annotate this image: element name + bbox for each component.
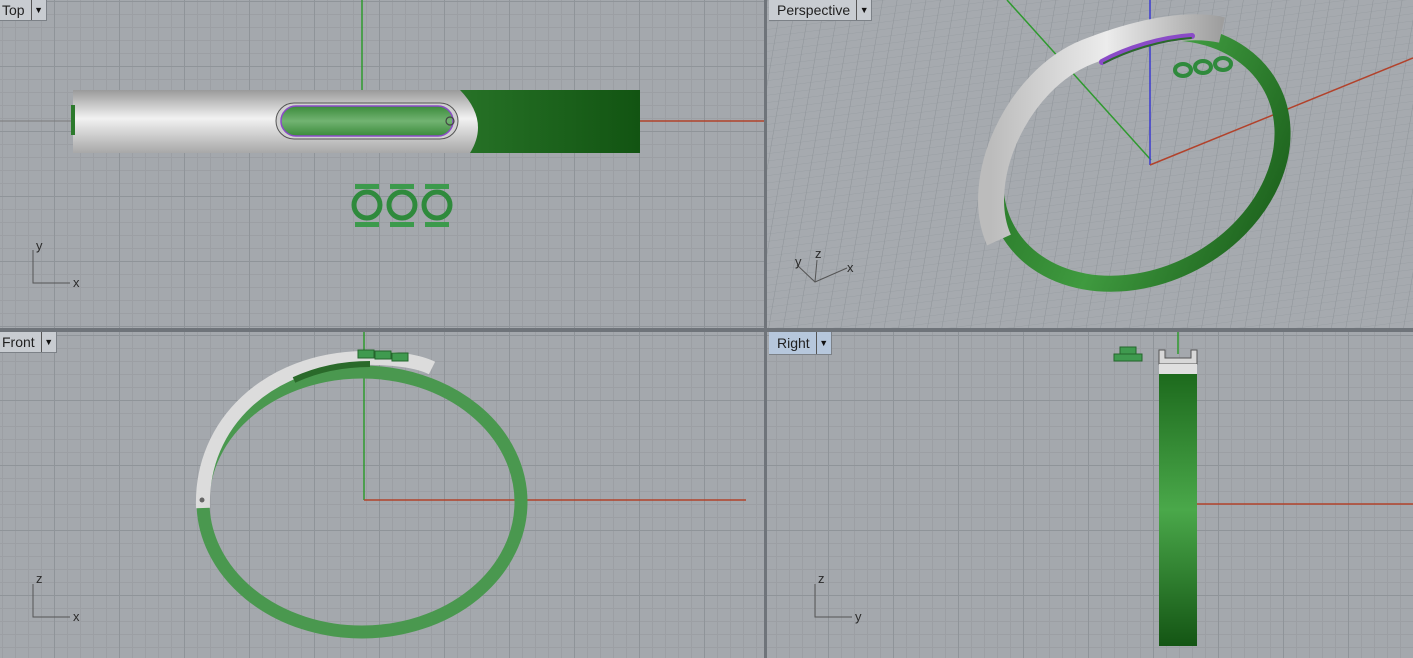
hinge-pin-icon (199, 497, 205, 503)
viewport-perspective[interactable]: y z x Perspective (767, 0, 1413, 328)
axis-gizmo-front: z x (32, 571, 80, 624)
axis-label-x: x (73, 275, 80, 290)
viewport-tab-perspective[interactable]: Perspective (769, 0, 873, 21)
connector-2 (386, 184, 418, 227)
viewport-canvas-top: y x (0, 0, 764, 290)
axis-label-y: y (36, 238, 43, 253)
axis-label-y: y (795, 254, 802, 269)
axis-gizmo-top: y x (32, 238, 80, 290)
connector-3 (421, 184, 453, 227)
axis-label-x: x (847, 260, 854, 275)
axis-label-z: z (815, 246, 822, 261)
axis-label-z: z (36, 571, 43, 586)
viewport-canvas-perspective: y z x (767, 0, 1413, 328)
axis-gizmo-right: z y (814, 571, 862, 624)
connector-icon (1113, 346, 1143, 362)
viewport-top[interactable]: Top ▼ y x (0, 0, 764, 328)
bangle-end-cap (71, 105, 75, 135)
viewport-canvas-right: z y (814, 332, 1413, 646)
viewport-canvas-front: z x (32, 332, 746, 639)
bangle-green-band (1159, 374, 1197, 646)
viewport-front[interactable]: Front z x (0, 332, 764, 658)
connector-group (351, 184, 453, 227)
axis-label-x: x (73, 609, 80, 624)
axis-label-z: z (818, 571, 825, 586)
slot-insert (280, 105, 454, 137)
connector-1 (351, 184, 383, 227)
viewport-title-perspective: Perspective (777, 2, 851, 18)
viewport-right[interactable]: Right z y (767, 332, 1413, 658)
bangle-green-band (196, 365, 528, 639)
viewport-menu-arrow-icon[interactable] (856, 0, 871, 20)
bangle-silver-band (1159, 364, 1197, 374)
axis-label-y: y (855, 609, 862, 624)
